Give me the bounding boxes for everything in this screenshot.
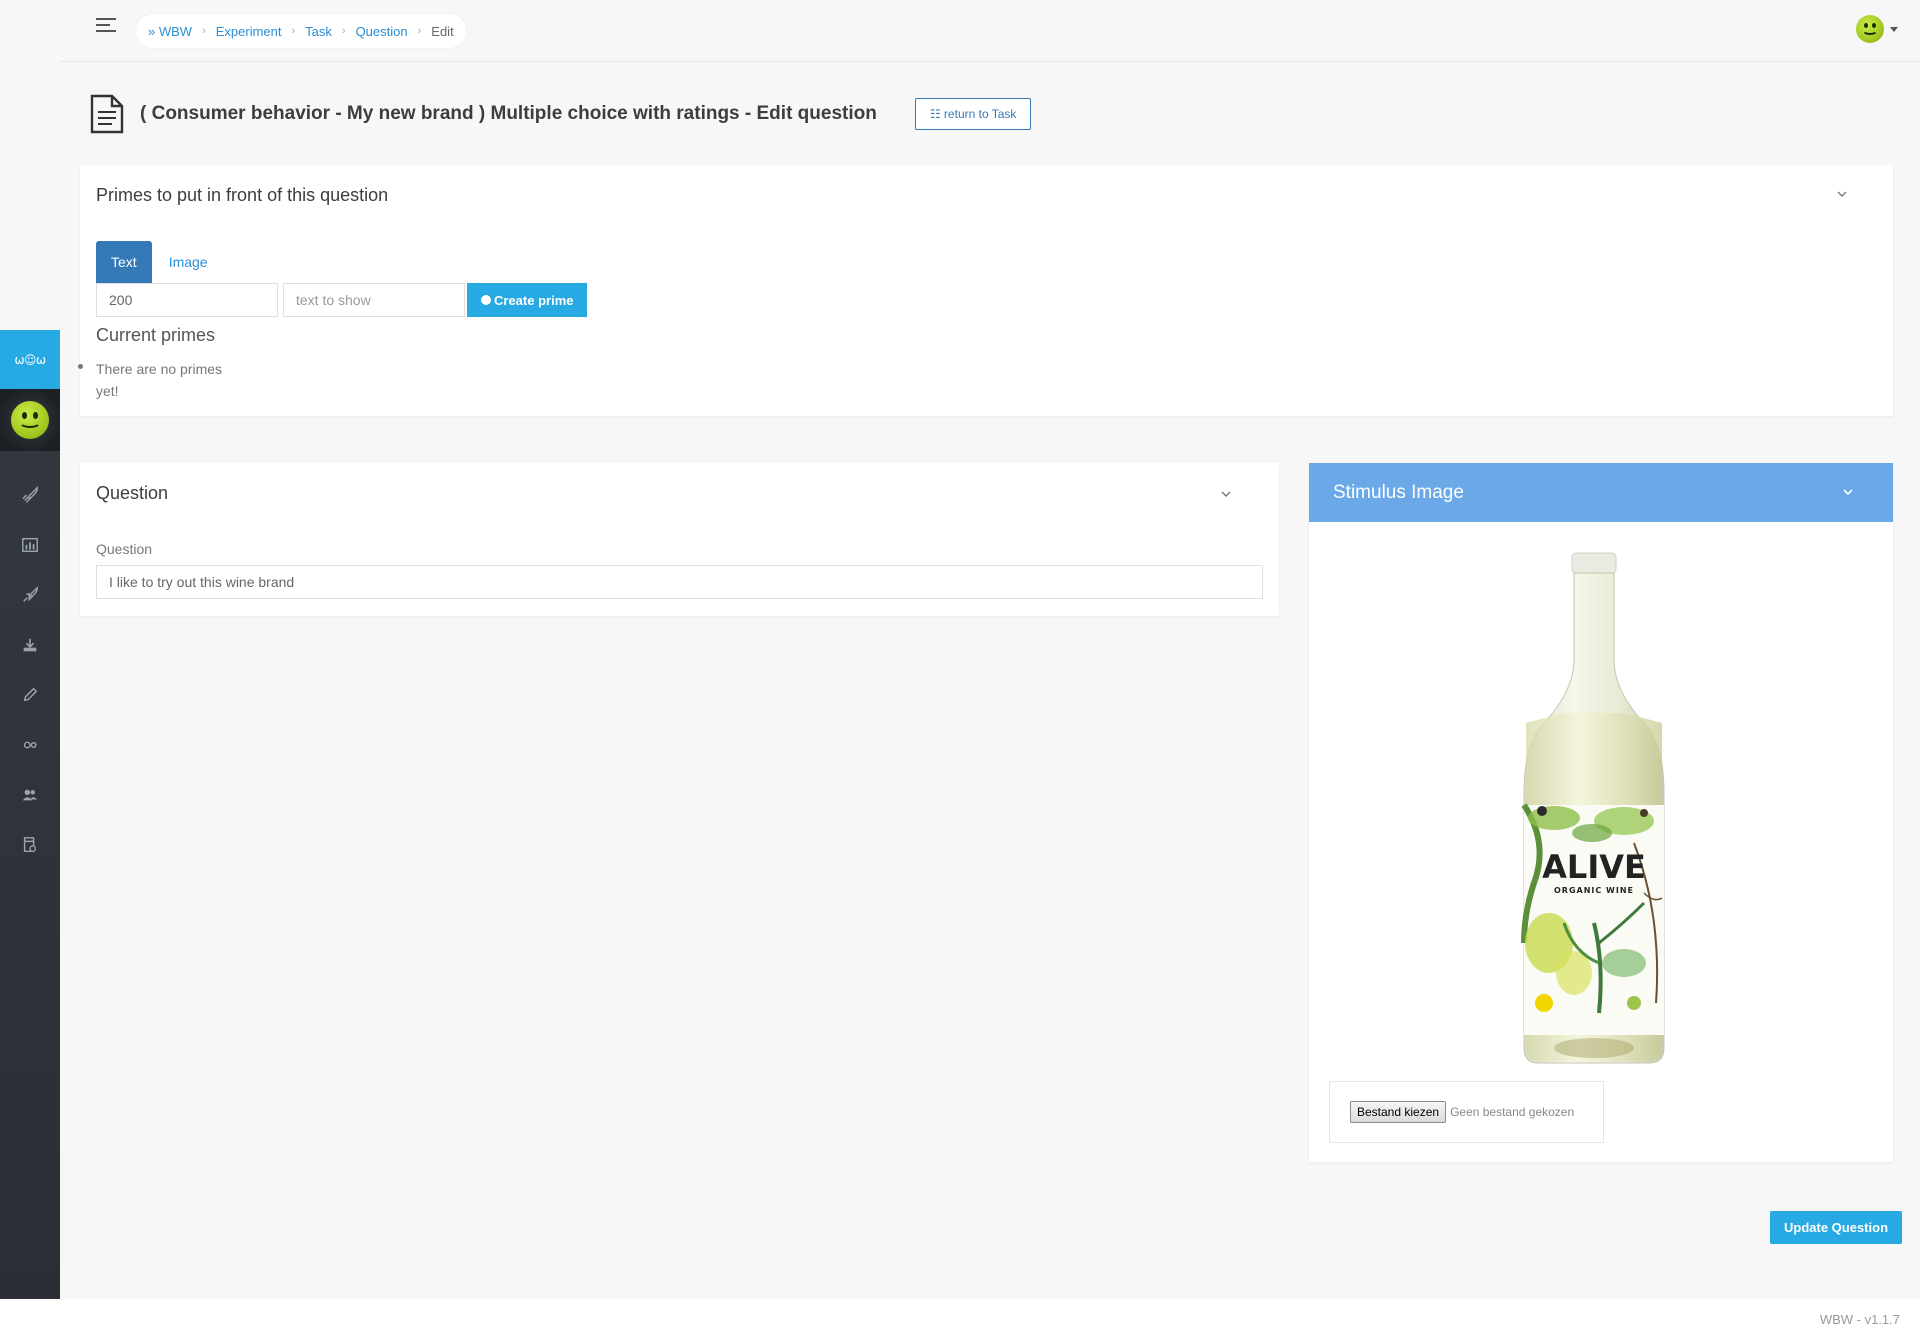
list-bullet (78, 364, 83, 369)
breadcrumb-separator-icon: › (417, 25, 422, 37)
brand-logo[interactable]: ω☺ω (0, 330, 60, 389)
breadcrumb-separator-icon: › (291, 25, 296, 37)
breadcrumb-item-task[interactable]: Task (305, 24, 332, 39)
chevron-down-icon[interactable] (1835, 187, 1849, 201)
footer: WBW - v1.1.7 (0, 1299, 1920, 1341)
breadcrumb-current: Edit (431, 23, 454, 39)
prime-type-tabs: Text Image (96, 241, 223, 283)
label-brand-text: ALIVE (1542, 848, 1646, 886)
breadcrumb: » WBW › Experiment › Task › Question › E… (136, 14, 466, 48)
chevron-down-icon[interactable] (1841, 485, 1855, 499)
question-panel: Question Question (80, 463, 1279, 616)
prime-duration-input[interactable] (96, 283, 278, 317)
pencil-icon[interactable] (0, 675, 60, 715)
stimulus-panel-title: Stimulus Image (1333, 481, 1464, 503)
question-input[interactable] (96, 565, 1263, 599)
rocket-alt-icon[interactable] (0, 575, 60, 615)
return-to-task-button[interactable]: ☷ return to Task (914, 98, 1032, 130)
prime-text-input[interactable] (283, 283, 465, 317)
file-status: Geen bestand gekozen (1450, 1105, 1575, 1119)
breadcrumb-separator-icon: › (341, 25, 346, 37)
page-title: ( Consumer behavior - My new brand ) Mul… (140, 103, 877, 124)
choose-file-button[interactable]: Bestand kiezen (1350, 1101, 1447, 1123)
stimulus-panel-header: Stimulus Image (1309, 463, 1893, 522)
menu-toggle-icon[interactable] (96, 18, 118, 40)
question-panel-title: Question (96, 483, 169, 503)
primes-panel-title: Primes to put in front of this question (96, 185, 389, 205)
breadcrumb-separator-icon: › (202, 25, 206, 37)
tab-text[interactable]: Text (96, 241, 152, 283)
stimulus-image: ALIVE ORGANIC WINE (1521, 552, 1665, 1064)
avatar (11, 401, 49, 439)
version-label: WBW - v1.1.7 (1819, 1312, 1900, 1327)
stimulus-panel: Stimulus Image ALIVE ORGANIC WINE Bestan… (1309, 463, 1893, 1162)
top-bar: » WBW › Experiment › Task › Question › E… (60, 0, 1920, 62)
prime-form: Create prime (96, 283, 588, 317)
question-field-label: Question (96, 541, 153, 557)
create-prime-button[interactable]: Create prime (467, 283, 588, 317)
download-icon[interactable] (0, 625, 60, 665)
rocket-icon[interactable] (0, 475, 60, 515)
tab-image[interactable]: Image (152, 241, 223, 283)
plus-circle-icon (481, 295, 491, 305)
primes-panel: Primes to put in front of this question … (80, 165, 1893, 416)
bar-chart-icon[interactable] (0, 525, 60, 565)
document-settings-icon[interactable] (0, 825, 60, 865)
label-sub-text: ORGANIC WINE (1554, 886, 1634, 895)
sidebar-user[interactable] (0, 389, 60, 451)
update-question-button[interactable]: Update Question (1770, 1211, 1903, 1244)
create-prime-label: Create prime (494, 292, 574, 308)
document-icon (90, 94, 124, 134)
chevron-down-icon[interactable] (1219, 487, 1233, 501)
empty-primes-message: There are no primes yet! (96, 361, 223, 399)
gears-icon[interactable] (0, 725, 60, 765)
page-header: ( Consumer behavior - My new brand ) Mul… (90, 92, 1032, 136)
avatar (1856, 15, 1884, 43)
file-upload: Bestand kiezen Geen bestand gekozen (1329, 1081, 1604, 1143)
chevron-down-icon (1890, 26, 1898, 32)
breadcrumb-item-experiment[interactable]: Experiment (216, 24, 282, 39)
breadcrumb-item-question[interactable]: Question (356, 24, 408, 39)
current-primes-heading: Current primes (96, 325, 216, 345)
sidebar: ω☺ω (0, 330, 60, 1299)
users-icon[interactable] (0, 775, 60, 815)
breadcrumb-item-wbw[interactable]: » WBW (148, 24, 192, 39)
user-menu[interactable] (1856, 15, 1898, 43)
